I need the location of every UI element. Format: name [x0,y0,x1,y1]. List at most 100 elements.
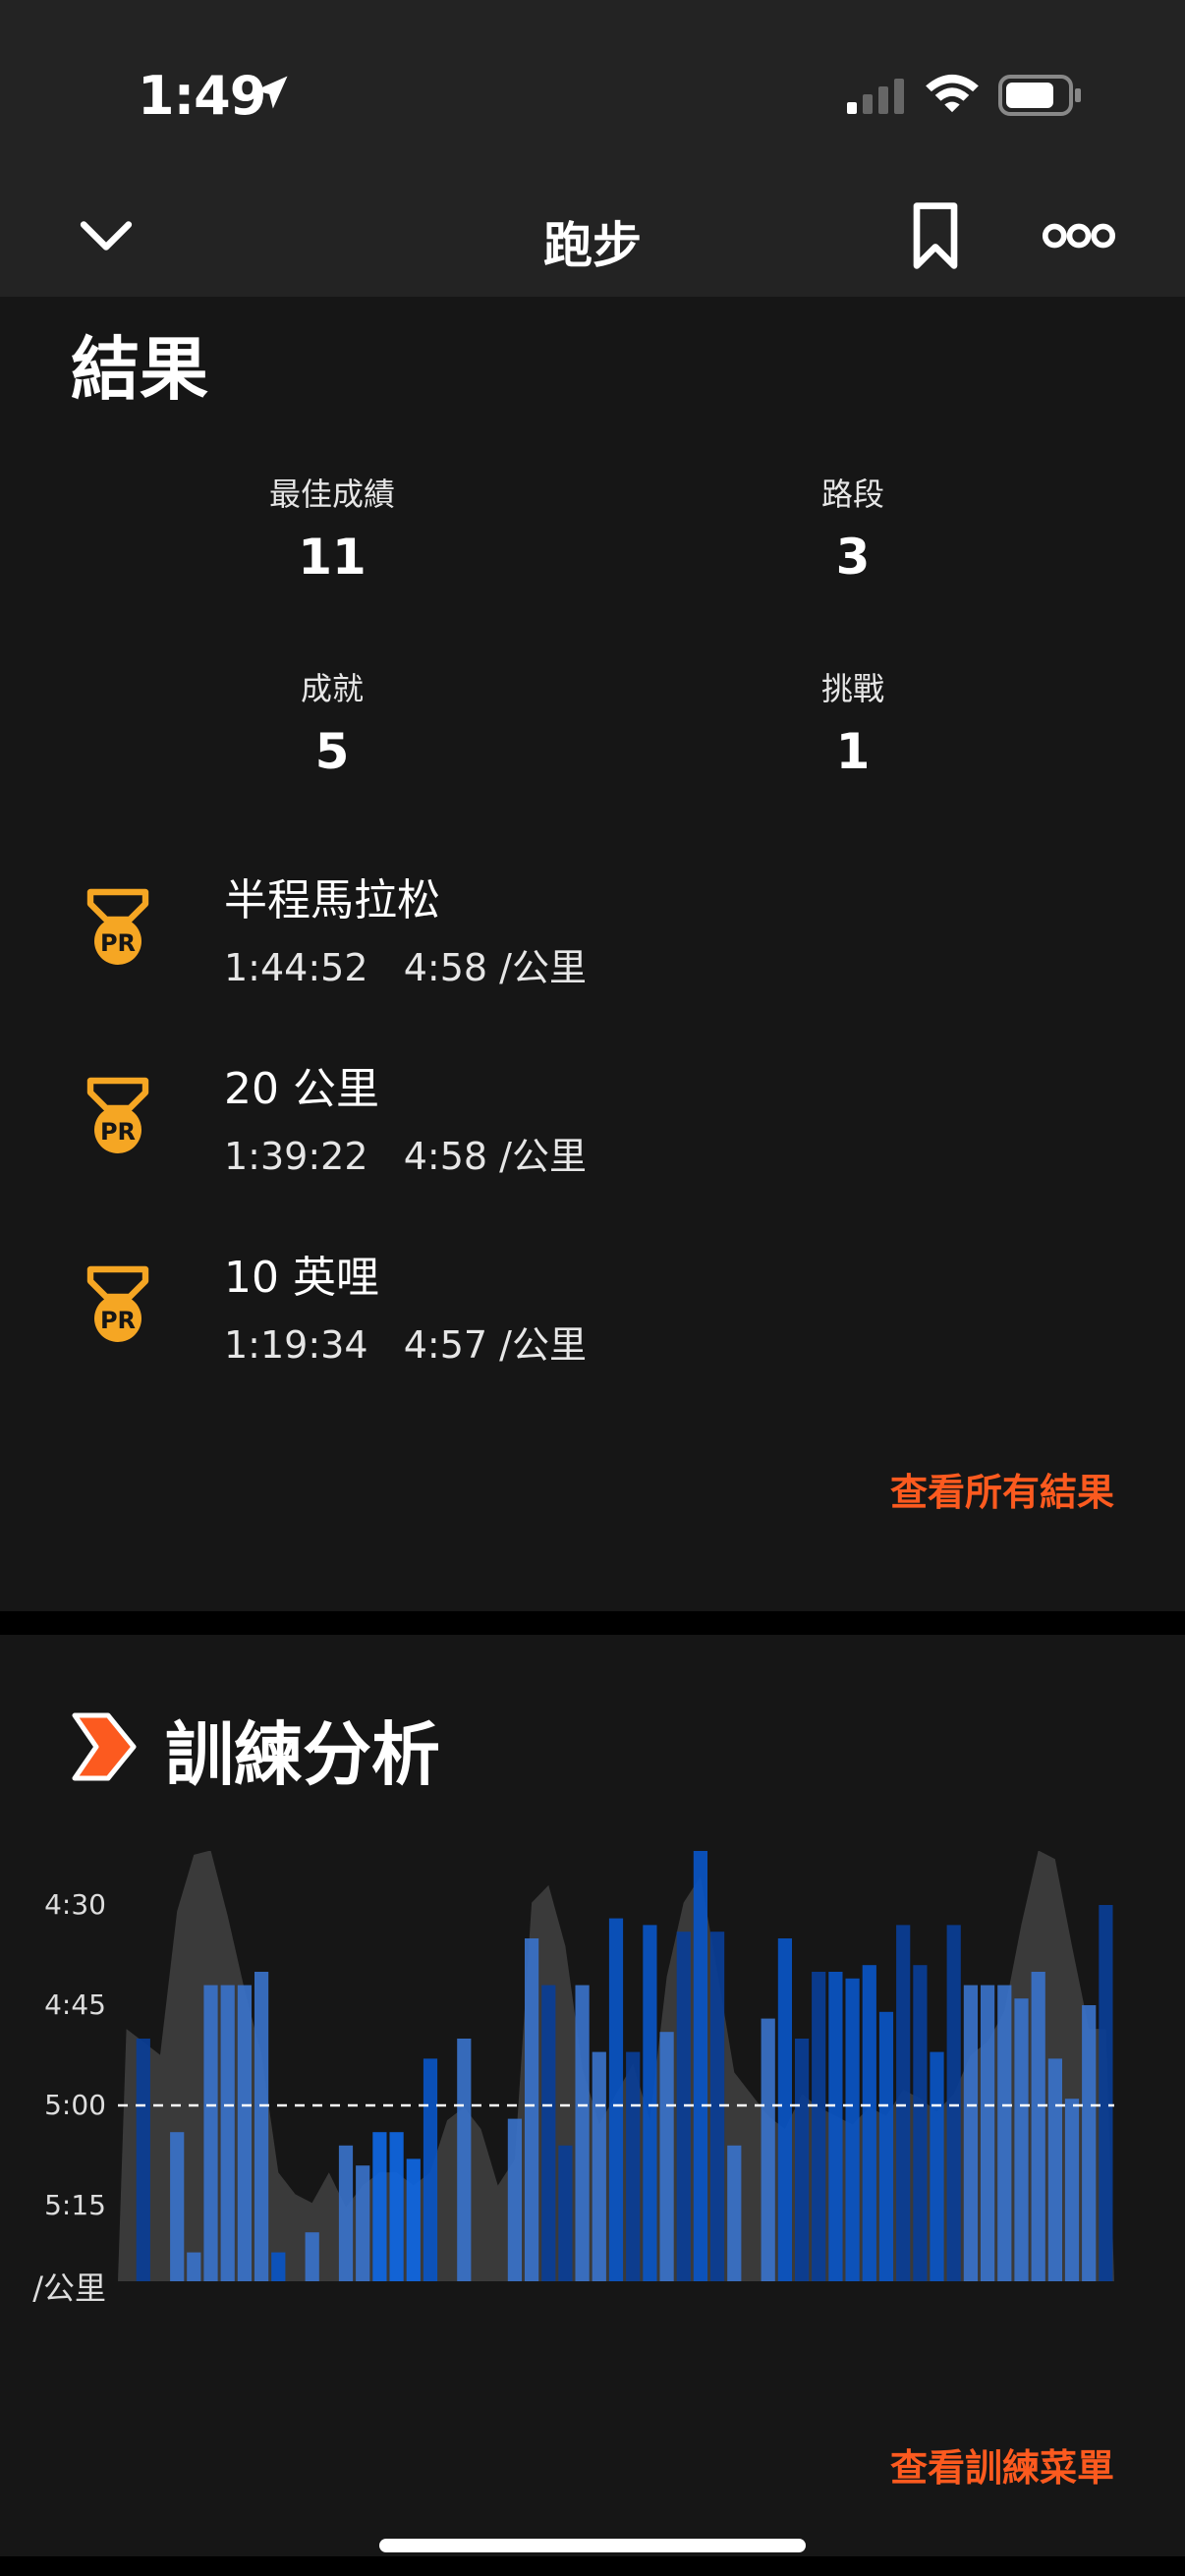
pr-name: 半程馬拉松 [224,875,440,925]
pace-bar [896,1925,911,2281]
summit-chevron-icon [72,1712,137,1781]
pace-bar [777,1938,792,2281]
status-bar: 1:49 [0,0,1185,177]
location-arrow-icon [254,76,288,109]
stat-value: 11 [298,529,367,586]
pace-bar [525,1938,539,2281]
stat-value: 1 [835,723,871,780]
pace-bar [1047,2058,1062,2281]
pr-item[interactable]: PR 半程馬拉松 1:44:52 4:58 /公里 [0,859,1185,1006]
training-title: 訓練分析 [165,1714,440,1795]
view-training-menu-link[interactable]: 查看訓練菜單 [890,2437,1114,2492]
pace-bar [372,2132,387,2281]
pr-badge-text: PR [100,929,136,957]
stat-segments[interactable]: 路段 3 [656,470,1049,586]
section-divider [0,1611,1185,1635]
battery-icon [998,75,1081,116]
results-card: 結果 最佳成績 11 路段 3 成就 5 挑戰 1 PR 半程馬拉松 1:44:… [0,297,1185,1611]
pr-medal-icon: PR [86,1265,149,1342]
pace-bar [170,2132,185,2281]
pr-item[interactable]: PR 10 英哩 1:19:34 4:57 /公里 [0,1236,1185,1383]
home-indicator [379,2539,806,2552]
pace-bar [237,1985,252,2281]
pace-chart: 4:30 4:45 5:00 5:15 /公里 [0,1851,1185,2307]
pace-bar [1099,1905,1113,2281]
pace-bar [862,1965,876,2281]
pr-item[interactable]: PR 20 公里 1:39:22 4:58 /公里 [0,1047,1185,1195]
pace-bar [541,1985,556,2281]
pace-bar [963,1985,978,2281]
stat-label: 成就 [300,670,364,707]
pace-bar [203,1985,218,2281]
pace-bar [626,2051,641,2281]
pace-bar [187,2252,201,2281]
pace-bar [981,1985,995,2281]
stat-challenges[interactable]: 挑戰 1 [656,664,1049,780]
pr-name: 10 英哩 [224,1253,379,1303]
pace-bar [423,2058,438,2281]
pace-bar [356,2165,370,2281]
pace-bar [271,2252,286,2281]
view-all-results-link[interactable]: 查看所有結果 [890,1462,1114,1516]
pr-pace: 4:58 /公里 [403,946,587,989]
pace-bar [812,1972,826,2281]
bottom-strip [0,2556,1185,2576]
pace-bar [608,1918,624,2281]
bookmark-icon[interactable] [898,198,973,273]
pace-bar [338,2145,354,2281]
pace-bar [727,2145,742,2281]
stat-label: 挑戰 [820,670,884,707]
stat-value: 5 [314,723,350,780]
pace-chart-plot [118,1851,1114,2281]
pace-bar [1082,2005,1097,2281]
pr-badge-text: PR [100,1118,136,1146]
pace-bar [997,1985,1012,2281]
pr-pace: 4:58 /公里 [403,1135,587,1178]
status-time: 1:49 [138,65,266,127]
more-options-icon[interactable] [1040,198,1118,273]
pr-time: 1:44:52 [224,946,368,989]
pace-bar [457,2039,472,2281]
pace-bar [828,1972,843,2281]
stat-label: 最佳成績 [268,476,395,513]
pace-bar [136,2039,150,2281]
stat-label: 路段 [820,476,884,513]
pace-bar [643,1925,657,2281]
pace-bar [389,2132,404,2281]
pr-medal-icon: PR [86,1077,149,1153]
pace-bar [592,2051,606,2281]
pace-bar [575,1985,590,2281]
pr-medal-icon: PR [86,888,149,965]
pace-bar [913,1965,928,2281]
pace-bar [878,2011,894,2281]
pace-bar [507,2118,522,2281]
pace-bar [558,2145,573,2281]
pr-time: 1:39:22 [224,1135,368,1178]
results-title: 結果 [71,329,208,410]
pace-bar [795,2039,810,2281]
pace-bar [406,2158,421,2281]
pace-bar [1031,1972,1045,2281]
pr-name: 20 公里 [224,1064,379,1114]
pr-badge-text: PR [100,1307,136,1334]
pace-bar [693,1851,707,2281]
pr-pace: 4:57 /公里 [403,1323,587,1367]
pace-bar [305,2232,319,2281]
pr-time: 1:19:34 [224,1323,368,1367]
stat-best-efforts[interactable]: 最佳成績 11 [136,470,529,586]
pace-bar [254,1972,269,2281]
cellular-signal-icon [847,79,904,114]
page-title: 跑步 [543,217,642,274]
pace-bar [1064,2099,1080,2281]
nav-bar: 跑步 [0,177,1185,299]
stat-value: 3 [835,529,871,586]
pace-bar [761,2018,775,2281]
wifi-icon [926,74,979,113]
pace-bar [1014,1998,1029,2281]
pace-bar [220,1985,235,2281]
pace-bar [659,2032,674,2281]
pace-bar [930,2051,944,2281]
stat-achievements[interactable]: 成就 5 [136,664,529,780]
pace-bar [845,1978,860,2281]
pace-bar [946,1925,961,2281]
